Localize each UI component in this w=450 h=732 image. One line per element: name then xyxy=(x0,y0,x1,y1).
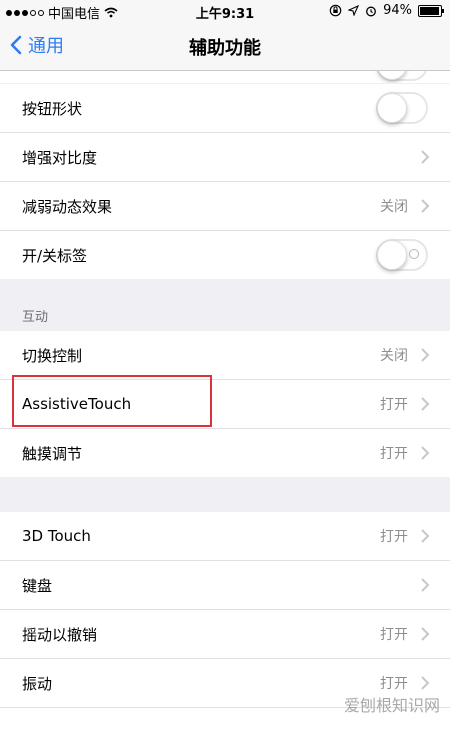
section-header-interaction: 互动 xyxy=(22,310,49,325)
battery-percent: 94% xyxy=(383,3,412,18)
chevron-right-icon xyxy=(421,446,430,460)
chevron-right-icon xyxy=(421,397,430,411)
row-value: 关闭 xyxy=(380,199,408,215)
alarm-icon xyxy=(366,6,377,16)
status-right: 94% xyxy=(329,3,444,18)
location-icon xyxy=(348,5,360,16)
row-label: 增强对比度 xyxy=(22,148,98,167)
row-value: 打开 xyxy=(380,446,408,462)
button-shapes-toggle[interactable] xyxy=(376,92,428,124)
row-value: 打开 xyxy=(380,397,408,413)
watermark: 爱刨根知识网 xyxy=(343,696,440,715)
page-title: 辅助功能 xyxy=(189,38,261,59)
row-on-off-labels[interactable]: 开/关标签 xyxy=(0,231,450,279)
row-label: 减弱动态效果 xyxy=(22,197,113,216)
lock-rotation-icon xyxy=(329,4,342,17)
row-label: 开/关标签 xyxy=(22,246,88,265)
row-button-shapes[interactable]: 按钮形状 xyxy=(0,84,450,133)
row-shake-to-undo[interactable]: 摇动以撤销 打开 xyxy=(0,610,450,659)
chevron-right-icon xyxy=(421,199,430,213)
row-label: 3D Touch xyxy=(22,527,91,545)
row-label: 触摸调节 xyxy=(22,444,83,463)
status-bar: 中国电信 上午9:31 94% xyxy=(0,0,450,22)
chevron-right-icon xyxy=(421,627,430,641)
row-label: 键盘 xyxy=(22,576,53,595)
off-label-icon xyxy=(409,249,419,259)
row-label: 摇动以撤销 xyxy=(22,625,98,644)
scrolled-row-fragment xyxy=(0,71,450,83)
row-value: 打开 xyxy=(380,529,408,545)
chevron-right-icon xyxy=(421,348,430,362)
settings-group-display: 按钮形状 增强对比度 减弱动态效果 关闭 开/关标签 xyxy=(0,84,450,279)
row-reduce-motion[interactable]: 减弱动态效果 关闭 xyxy=(0,182,450,231)
row-touch-accommodations[interactable]: 触摸调节 打开 xyxy=(0,429,450,477)
row-label: 振动 xyxy=(22,674,53,693)
navigation-bar: 通用 辅助功能 xyxy=(0,22,450,71)
row-value: 打开 xyxy=(380,676,408,692)
row-value: 打开 xyxy=(380,627,408,643)
chevron-right-icon xyxy=(421,578,430,592)
row-value: 关闭 xyxy=(380,348,408,364)
row-label: 按钮形状 xyxy=(22,99,83,118)
on-off-labels-toggle[interactable] xyxy=(376,239,428,271)
scrolled-toggle[interactable] xyxy=(376,71,428,81)
battery-icon xyxy=(418,4,444,17)
row-increase-contrast[interactable]: 增强对比度 xyxy=(0,133,450,182)
row-keyboard[interactable]: 键盘 xyxy=(0,561,450,610)
row-label: 切换控制 xyxy=(22,346,83,365)
chevron-right-icon xyxy=(421,529,430,543)
row-3d-touch[interactable]: 3D Touch 打开 xyxy=(0,512,450,561)
chevron-right-icon xyxy=(421,676,430,690)
highlight-box xyxy=(12,375,212,427)
chevron-right-icon xyxy=(421,150,430,164)
row-switch-control[interactable]: 切换控制 关闭 xyxy=(0,331,450,380)
